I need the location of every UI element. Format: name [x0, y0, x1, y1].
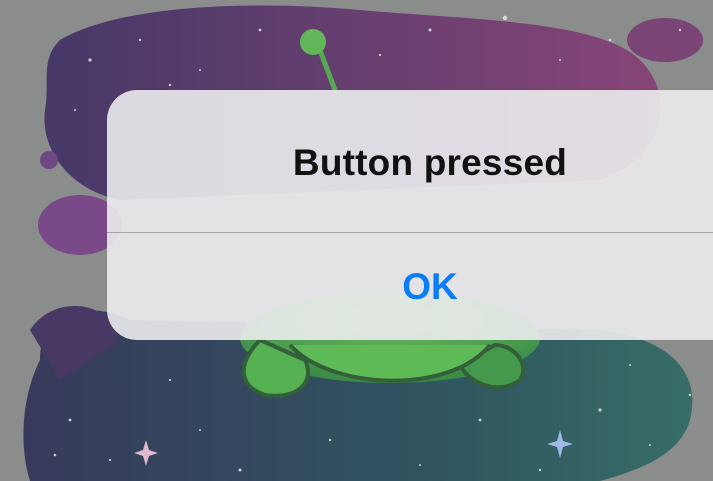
- alert-title: Button pressed: [292, 142, 568, 183]
- screen: Button pressed OK: [0, 0, 713, 481]
- ok-button[interactable]: OK: [107, 233, 713, 340]
- ok-button-label: OK: [402, 265, 458, 307]
- alert-dialog: Button pressed OK: [107, 90, 713, 340]
